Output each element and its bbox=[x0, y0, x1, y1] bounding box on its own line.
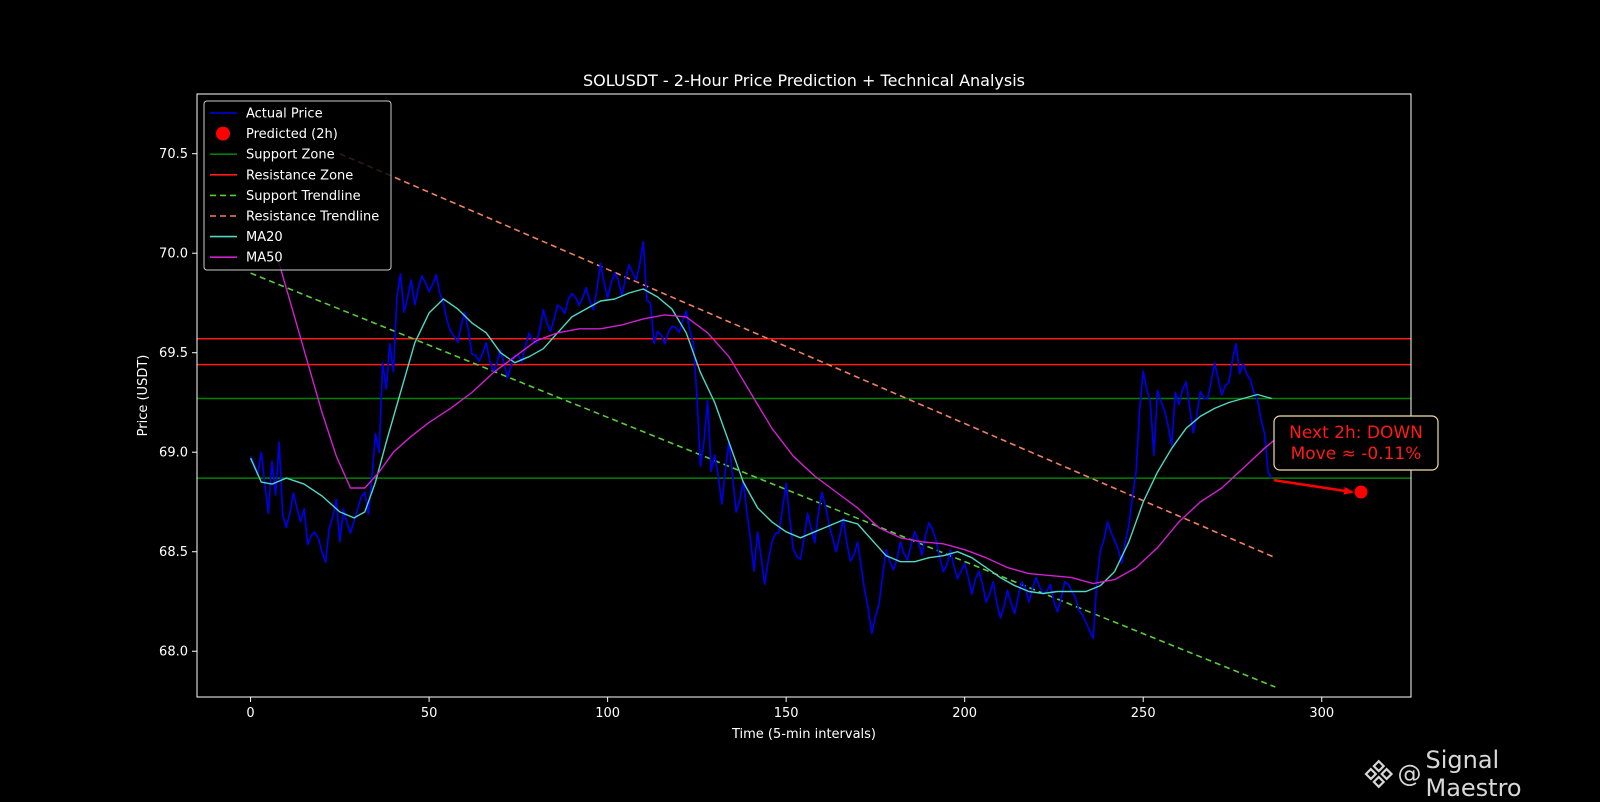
watermark-text: Signal Maestro bbox=[1426, 746, 1600, 802]
legend-label: Predicted (2h) bbox=[246, 127, 338, 142]
chart-figure: SOLUSDT - 2-Hour Price Prediction + Tech… bbox=[0, 0, 1600, 800]
legend-label: Support Trendline bbox=[246, 189, 361, 204]
y-tick-label: 68.0 bbox=[159, 645, 188, 660]
legend-label: Actual Price bbox=[246, 107, 323, 122]
watermark-at: @ bbox=[1398, 760, 1422, 788]
diamond-logo-icon bbox=[1364, 759, 1394, 789]
y-tick-label: 70.0 bbox=[159, 247, 188, 262]
y-tick-label: 70.5 bbox=[159, 147, 188, 162]
prediction-annotation: Next 2h: DOWNMove ≈ -0.11% bbox=[1274, 416, 1438, 499]
legend-label: MA20 bbox=[246, 230, 283, 245]
watermark: @ Signal Maestro bbox=[1364, 756, 1600, 792]
x-tick-label: 250 bbox=[1131, 706, 1156, 721]
y-tick-label: 68.5 bbox=[159, 545, 188, 560]
legend-label: Resistance Trendline bbox=[246, 210, 379, 225]
annotation-line-1: Next 2h: DOWN bbox=[1289, 423, 1423, 443]
ma50-line bbox=[279, 263, 1279, 583]
legend: Actual Price Predicted (2h) Support Zone Re… bbox=[204, 101, 391, 270]
legend-label: Resistance Zone bbox=[246, 168, 353, 183]
y-tick-label: 69.5 bbox=[159, 346, 188, 361]
resistance-trendline bbox=[340, 154, 1275, 558]
y-axis-label: Price (USDT) bbox=[136, 355, 151, 437]
legend-label: MA50 bbox=[246, 251, 283, 266]
x-tick-label: 200 bbox=[952, 706, 977, 721]
x-tick-label: 50 bbox=[421, 706, 438, 721]
legend-marker bbox=[216, 127, 230, 141]
actual-price-line bbox=[251, 242, 1272, 639]
support-trendline bbox=[251, 273, 1276, 687]
x-tick-label: 300 bbox=[1309, 706, 1334, 721]
legend-label: Support Zone bbox=[246, 148, 335, 163]
annotation-line-2: Move ≈ -0.11% bbox=[1291, 444, 1422, 464]
x-tick-label: 0 bbox=[246, 706, 254, 721]
x-tick-label: 150 bbox=[774, 706, 799, 721]
predicted-point bbox=[1355, 486, 1368, 499]
prediction-arrow bbox=[1274, 480, 1352, 492]
y-tick-label: 69.0 bbox=[159, 446, 188, 461]
chart-title: SOLUSDT - 2-Hour Price Prediction + Tech… bbox=[583, 71, 1025, 90]
x-tick-label: 100 bbox=[595, 706, 620, 721]
x-axis-label: Time (5-min intervals) bbox=[731, 727, 876, 742]
